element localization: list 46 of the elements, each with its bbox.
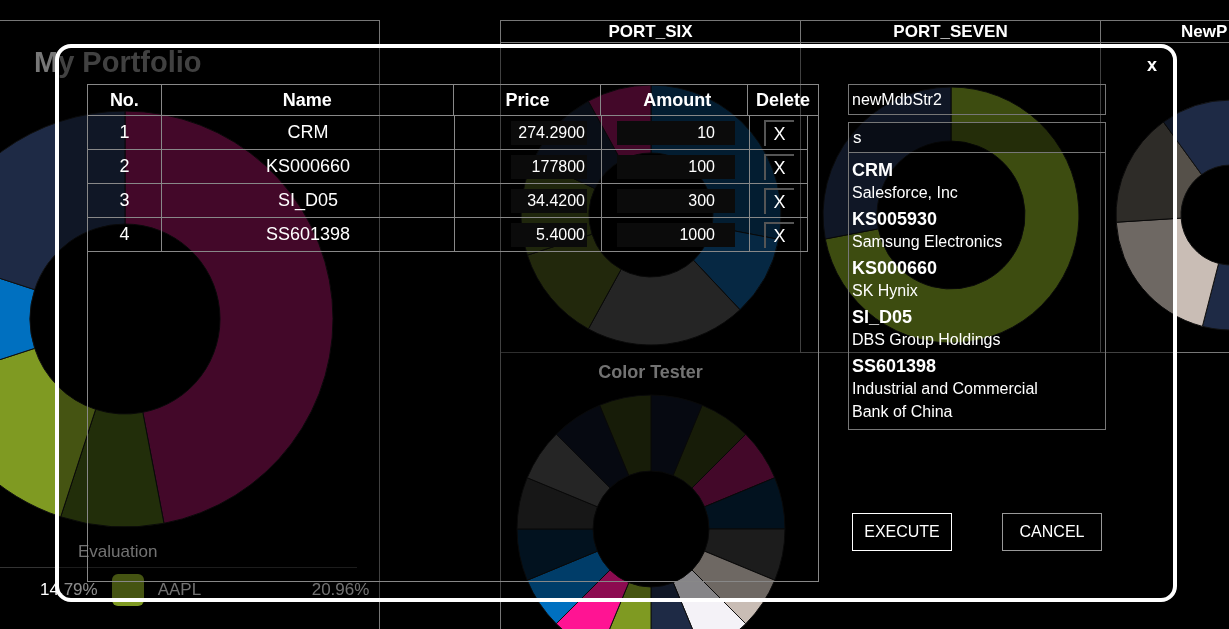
table-cell: 3: [88, 184, 162, 217]
amount-field[interactable]: 100: [617, 154, 735, 179]
search-field[interactable]: s: [848, 122, 1106, 153]
panel-title: PORT_SIX: [608, 20, 693, 43]
result-code[interactable]: KS005930: [852, 208, 1102, 230]
dialog-button[interactable]: EXECUTE: [852, 513, 952, 551]
delete-button[interactable]: X: [763, 153, 794, 180]
result-code[interactable]: KS000660: [852, 257, 1102, 279]
result-name[interactable]: SK Hynix: [852, 279, 1072, 302]
result-name[interactable]: Salesforce, Inc: [852, 181, 1072, 204]
price-field[interactable]: 34.4200: [511, 188, 587, 213]
name-field[interactable]: newMdbStr2: [848, 84, 1106, 115]
delete-button[interactable]: X: [763, 187, 794, 214]
result-name[interactable]: DBS Group Holdings: [852, 328, 1072, 351]
result-code[interactable]: SI_D05: [852, 306, 1102, 328]
legend-name: AAPL: [157, 578, 203, 601]
table-cell: SS601398: [162, 218, 455, 251]
delete-button[interactable]: X: [763, 119, 794, 146]
panel-title: NewP: [1181, 20, 1228, 43]
amount-field[interactable]: 10: [617, 120, 735, 145]
column-header: Delete: [755, 88, 812, 112]
table-cell: CRM: [162, 116, 455, 149]
color-tester-title: Color Tester: [598, 362, 703, 382]
column-header: No.: [88, 85, 162, 115]
column-header: Amount: [600, 85, 749, 115]
result-code[interactable]: SS601398: [852, 355, 1102, 377]
close-button[interactable]: x: [1147, 56, 1157, 74]
legend-value: 20.96%: [311, 578, 370, 601]
price-field[interactable]: 177800: [511, 154, 587, 179]
table-cell: KS000660: [162, 150, 455, 183]
result-name[interactable]: Samsung Electronics: [852, 230, 1072, 253]
panel-title: PORT_SEVEN: [893, 20, 1008, 43]
table-cell: 4: [88, 218, 162, 251]
result-name[interactable]: Industrial and Commercial Bank of China: [852, 377, 1072, 423]
table-cell: 2: [88, 150, 162, 183]
column-header: Name: [161, 85, 454, 115]
column-header: Price: [453, 85, 601, 115]
price-field[interactable]: 274.2900: [511, 120, 587, 145]
delete-button[interactable]: X: [763, 221, 794, 248]
table-cell: 1: [88, 116, 162, 149]
amount-field[interactable]: 300: [617, 188, 735, 213]
table-cell: SI_D05: [162, 184, 455, 217]
amount-field[interactable]: 1000: [617, 222, 735, 247]
result-code[interactable]: CRM: [852, 159, 1102, 181]
price-field[interactable]: 5.4000: [511, 222, 587, 247]
dialog-button[interactable]: CANCEL: [1002, 513, 1102, 551]
